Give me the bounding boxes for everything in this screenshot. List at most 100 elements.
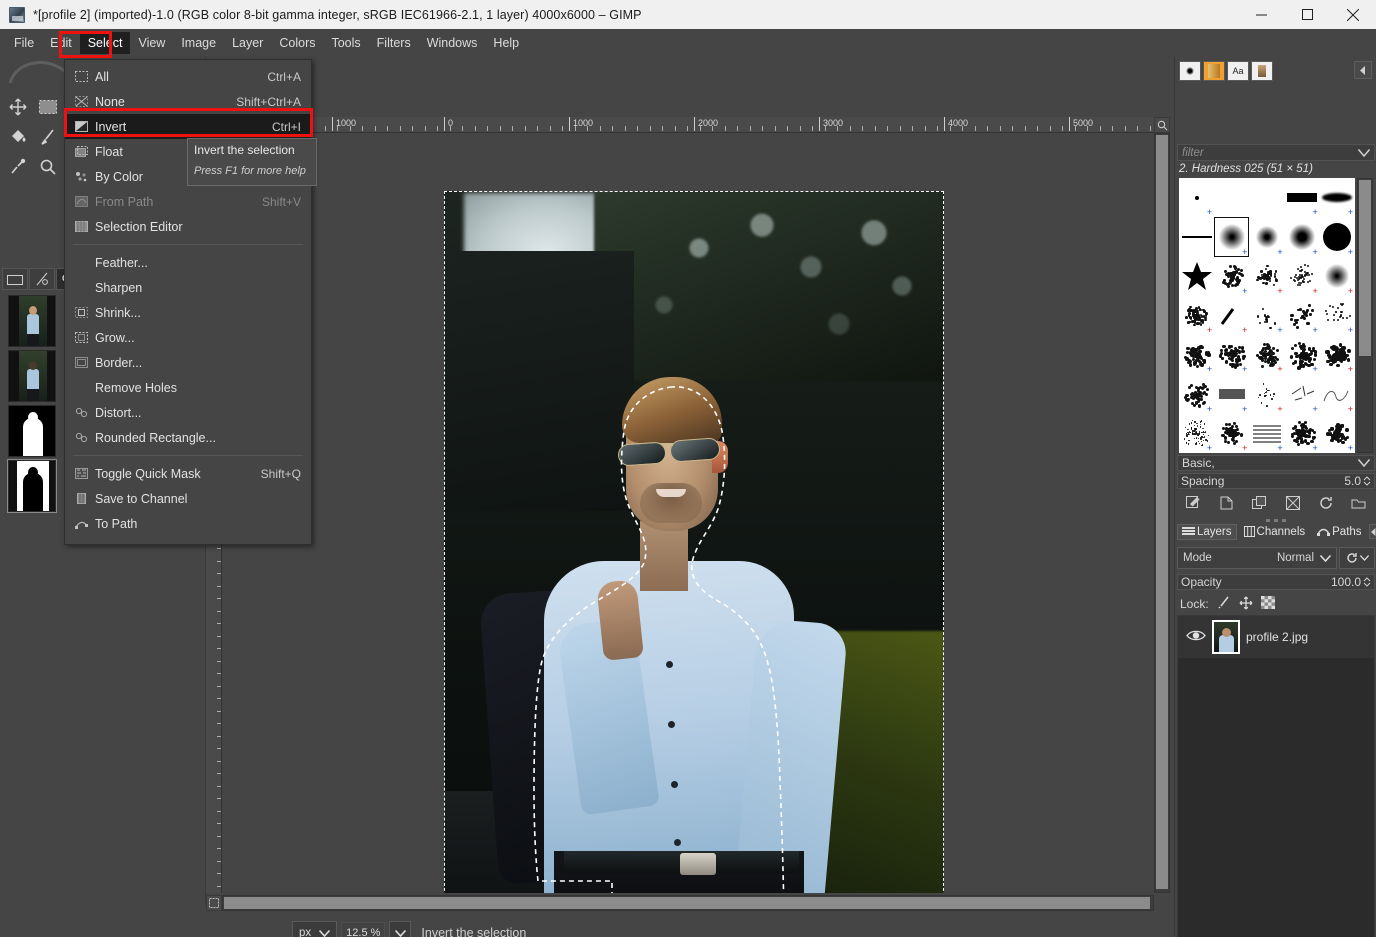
brush-cell[interactable] — [1214, 178, 1249, 217]
brush-cell[interactable]: + — [1320, 374, 1355, 413]
select-menu-popup[interactable]: All Ctrl+A None Shift+Ctrl+A Invert Ctrl+I Flo… — [64, 59, 312, 545]
brush-cell[interactable]: + — [1249, 374, 1284, 413]
layers-dock-menu-button[interactable] — [1369, 524, 1376, 539]
menu-edit[interactable]: Edit — [42, 32, 80, 54]
layer-row[interactable]: profile 2.jpg — [1178, 616, 1374, 658]
hscroll-knob[interactable] — [224, 897, 1150, 909]
menu-file[interactable]: File — [6, 32, 42, 54]
zoom-tool[interactable] — [34, 153, 62, 181]
brush-cell[interactable]: + — [1320, 217, 1355, 256]
lock-alpha-icon[interactable] — [1261, 596, 1275, 612]
layer-opacity-row[interactable]: Opacity 100.0 — [1177, 574, 1375, 590]
select-menu-item-selection-editor[interactable]: Selection Editor — [65, 214, 311, 239]
tab-channels[interactable]: Channels — [1239, 524, 1311, 540]
menu-colors[interactable]: Colors — [271, 32, 323, 54]
paintbrush-tool[interactable] — [34, 123, 62, 151]
brush-cell[interactable] — [1179, 217, 1214, 256]
move-tool[interactable] — [4, 93, 32, 121]
layer-mode-options-button[interactable] — [1339, 547, 1375, 569]
select-menu-item-border[interactable]: Border... — [65, 350, 311, 375]
delete-brush-button[interactable] — [1282, 493, 1304, 513]
select-menu-item-invert[interactable]: Invert Ctrl+I — [65, 114, 311, 139]
brushes-tab[interactable] — [1179, 61, 1201, 81]
brush-cell[interactable]: + — [1249, 414, 1284, 453]
brush-cell[interactable]: + — [1285, 217, 1320, 256]
layer-thumbnail[interactable] — [1212, 620, 1240, 654]
brush-cell[interactable]: + — [1249, 296, 1284, 335]
brush-tag-filter[interactable]: Basic, — [1177, 455, 1375, 471]
brush-cell[interactable]: + — [1285, 374, 1320, 413]
brush-cell[interactable]: + — [1285, 257, 1320, 296]
image-view-button[interactable] — [2, 268, 28, 290]
brush-cell[interactable]: + — [1249, 335, 1284, 374]
color-picker-tool[interactable] — [4, 153, 32, 181]
horizontal-ruler[interactable]: 1000 0 1000 2000 3000 4000 5000 — [222, 117, 1170, 133]
brush-cell[interactable]: + — [1320, 335, 1355, 374]
select-menu-item-sharpen[interactable]: Sharpen — [65, 275, 311, 300]
brush-scroll-knob[interactable] — [1359, 180, 1371, 356]
brush-cell[interactable]: + — [1320, 257, 1355, 296]
image-thumbnail[interactable] — [8, 295, 56, 347]
brush-cell[interactable]: + — [1179, 335, 1214, 374]
tab-paths[interactable]: Paths — [1312, 524, 1366, 540]
vscroll-knob[interactable] — [1156, 135, 1168, 889]
select-menu-item-save-to-channel[interactable]: Save to Channel — [65, 486, 311, 511]
brush-cell[interactable]: + — [1179, 178, 1214, 217]
chevron-down-icon[interactable] — [1358, 149, 1370, 157]
layer-name[interactable]: profile 2.jpg — [1246, 630, 1308, 644]
chevron-down-icon[interactable] — [1358, 459, 1370, 467]
brush-cell[interactable]: + — [1285, 296, 1320, 335]
menu-view[interactable]: View — [130, 32, 173, 54]
brush-cell[interactable]: + — [1214, 217, 1249, 256]
brush-cell[interactable]: + — [1214, 257, 1249, 296]
select-menu-item-toggle-quick-mask[interactable]: Toggle Quick Mask Shift+Q — [65, 461, 311, 486]
select-menu-item-rounded-rectangle[interactable]: Rounded Rectangle... — [65, 425, 311, 450]
menu-filters[interactable]: Filters — [369, 32, 419, 54]
horizontal-scrollbar[interactable] — [222, 895, 1154, 911]
brush-cell[interactable]: + — [1249, 257, 1284, 296]
brush-cell[interactable] — [1249, 178, 1284, 217]
select-menu-item-shrink[interactable]: Shrink... — [65, 300, 311, 325]
quick-mask-toggle[interactable] — [206, 895, 222, 911]
menu-windows[interactable]: Windows — [419, 32, 486, 54]
layer-mode-select[interactable]: Mode Normal — [1177, 547, 1337, 569]
brush-cell[interactable]: + — [1179, 374, 1214, 413]
image-thumbnail[interactable] — [8, 405, 56, 457]
brush-cell[interactable]: + — [1285, 414, 1320, 453]
select-menu-item-feather[interactable]: Feather... — [65, 250, 311, 275]
refresh-brushes-button[interactable] — [1315, 493, 1337, 513]
canvas[interactable] — [222, 133, 1170, 893]
lock-position-icon[interactable] — [1239, 596, 1253, 613]
tab-layers[interactable]: Layers — [1177, 524, 1237, 540]
foreground-background-color[interactable] — [4, 214, 64, 238]
rect-select-tool[interactable] — [34, 93, 62, 121]
image-thumbnail[interactable] — [8, 350, 56, 402]
layer-mask-button[interactable] — [29, 268, 55, 290]
brush-cell[interactable]: + — [1285, 335, 1320, 374]
spinner-icon[interactable] — [1363, 475, 1371, 487]
spacing-row[interactable]: Spacing 5.0 — [1177, 473, 1375, 489]
maximize-icon[interactable] — [1284, 0, 1330, 29]
brush-cell[interactable]: + — [1214, 296, 1249, 335]
brush-cell[interactable]: + — [1179, 296, 1214, 335]
menu-layer[interactable]: Layer — [224, 32, 271, 54]
menu-help[interactable]: Help — [485, 32, 527, 54]
select-menu-item-none[interactable]: None Shift+Ctrl+A — [65, 89, 311, 114]
brush-cell[interactable]: + — [1285, 178, 1320, 217]
select-menu-item-grow[interactable]: Grow... — [65, 325, 311, 350]
image-thumbnail[interactable] — [8, 460, 56, 512]
new-brush-button[interactable] — [1216, 493, 1238, 513]
layer-visibility-icon[interactable] — [1186, 629, 1206, 645]
brush-cell[interactable]: + — [1249, 217, 1284, 256]
document-history-tab[interactable] — [1251, 61, 1273, 81]
unit-selector[interactable]: px — [292, 921, 337, 937]
layer-list[interactable]: profile 2.jpg — [1177, 615, 1375, 937]
bucket-fill-tool[interactable] — [4, 123, 32, 151]
vertical-scrollbar[interactable] — [1154, 133, 1170, 893]
select-menu-item-distort[interactable]: Distort... — [65, 400, 311, 425]
brush-cell[interactable]: + — [1214, 335, 1249, 374]
lock-pixels-icon[interactable] — [1217, 596, 1231, 612]
brush-filter-row[interactable]: filter — [1177, 144, 1375, 161]
navigation-preview-button[interactable] — [1154, 117, 1170, 133]
brush-cell[interactable]: + — [1214, 414, 1249, 453]
